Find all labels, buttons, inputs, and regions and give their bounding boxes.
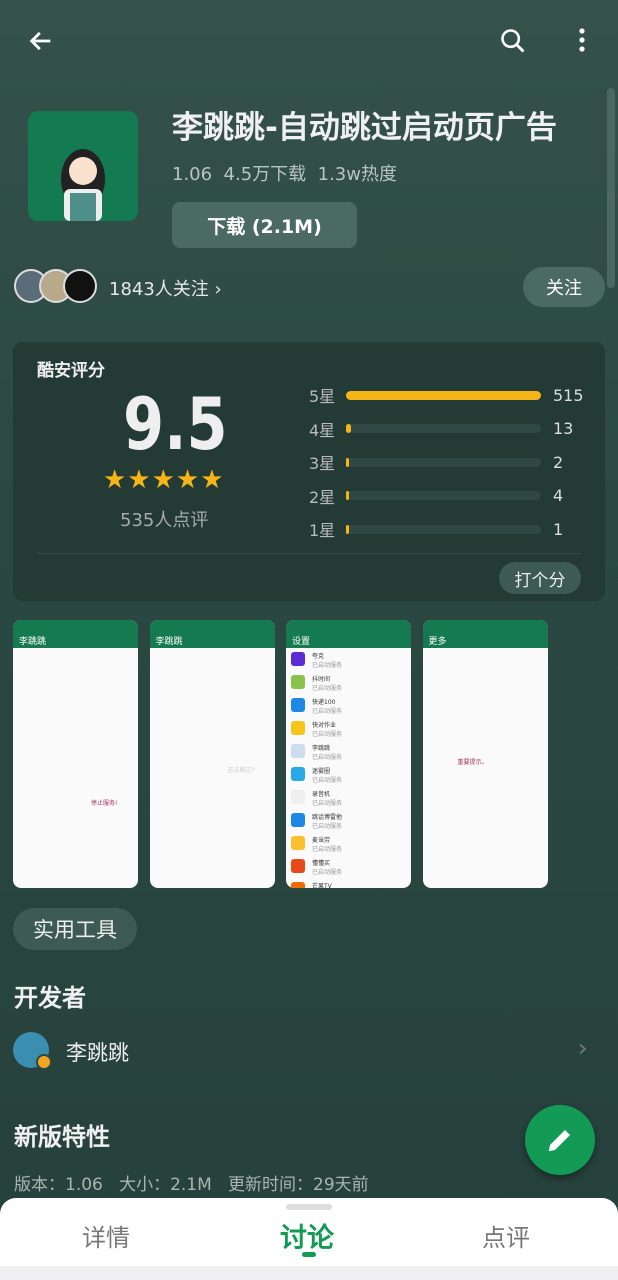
review-count: 535人点评 xyxy=(120,510,209,531)
tab-reviews[interactable]: 点评 xyxy=(482,1218,530,1253)
app-version: 1.06 xyxy=(172,164,213,185)
download-count: 4.5万下载 xyxy=(223,164,307,185)
app-icon xyxy=(28,111,138,221)
tab-details[interactable]: 详情 xyxy=(82,1218,130,1253)
star-count: 4 xyxy=(553,486,564,505)
chevron-right-icon: › xyxy=(214,279,222,300)
rating-bar-row: 2星 4 xyxy=(309,486,599,507)
heat: 1.3w热度 xyxy=(317,164,397,185)
drag-handle[interactable] xyxy=(286,1204,332,1210)
developer-name: 李跳跳 xyxy=(66,1041,129,1065)
star-label: 2星 xyxy=(309,487,336,507)
scrollbar[interactable] xyxy=(607,88,615,288)
screenshot-list-item: 快对作业 已启动服务 xyxy=(286,717,411,740)
star-label: 1星 xyxy=(309,521,336,540)
follow-button[interactable]: 关注 xyxy=(523,267,605,307)
screenshot-list-item: 迷雾圈 已启动服务 xyxy=(286,763,411,786)
version: 版本：1.06 xyxy=(14,1175,103,1195)
screenshot-list-item: 麦当劳 已启动服务 xyxy=(286,832,411,855)
rating-bar-track xyxy=(346,491,541,500)
star-count: 13 xyxy=(553,419,574,438)
rating-score: 9.5 xyxy=(123,382,228,466)
followers-count: 1843人关注 xyxy=(109,279,209,300)
more-vert-icon[interactable] xyxy=(572,26,592,56)
rate-button[interactable]: 打个分 xyxy=(499,562,581,594)
rating-bar-track xyxy=(346,524,541,534)
screenshot-list-item: 跳话博雷他 已启动服务 xyxy=(286,809,411,832)
rating-bar-row: 5星 515 xyxy=(309,385,599,407)
screenshot-list-item: 芒果TV已启动服务 xyxy=(286,878,411,888)
star-count: 1 xyxy=(553,519,564,539)
bottom-tab-bar: 详情 讨论 点评 xyxy=(0,1198,618,1280)
download-button[interactable]: 下载 (2.1M) xyxy=(172,202,357,248)
rating-bar-track xyxy=(346,457,541,467)
star-count: 515 xyxy=(553,385,584,405)
size: 大小：2.1M xyxy=(119,1175,212,1195)
rating-bar-row: 4星 13 xyxy=(309,419,599,440)
divider xyxy=(37,553,581,554)
rating-bar-fill xyxy=(346,524,349,534)
screenshot-thumbnail[interactable]: 设置 夸克 已启动服务 抖时间 已启动服务 快递100 已启动服务 快对作业 已启动服务 李跳跳已… xyxy=(286,620,411,888)
rating-bar-track xyxy=(346,390,541,400)
back-arrow-icon[interactable] xyxy=(24,24,58,58)
star-label: 3星 xyxy=(309,454,336,473)
updated: 更新时间：29天前 xyxy=(228,1175,369,1195)
version-info: 版本：1.06 大小：2.1M 更新时间：29天前 xyxy=(14,1170,369,1195)
screenshot-thumbnail[interactable]: 李跳跳无法跳过? xyxy=(149,620,275,888)
screenshot-list-item: 李跳跳 已启动服务 xyxy=(286,740,411,763)
screenshot-list-item: 夸克 已启动服务 xyxy=(286,648,411,671)
chevron-right-icon: › xyxy=(578,1034,588,1062)
edit-fab[interactable] xyxy=(525,1105,595,1175)
rating-bar-fill xyxy=(346,491,349,500)
rating-bar-fill xyxy=(346,424,351,433)
star-rating: ★★★★★ xyxy=(103,465,225,495)
app-meta: 1.06 4.5万下载 1.3w热度 xyxy=(172,160,397,186)
screenshot-list-item: 抖时间 已启动服务 xyxy=(286,671,411,694)
pencil-icon xyxy=(548,1130,570,1152)
star-count: 2 xyxy=(553,452,564,472)
screenshot-title: 李跳跳 xyxy=(149,620,275,648)
rating-bar-row: 3星 2 xyxy=(309,452,599,474)
followers-link[interactable]: 1843人关注 › xyxy=(109,275,222,301)
screenshot-title: 李跳跳 xyxy=(13,620,138,648)
rating-bar-fill xyxy=(346,390,541,400)
screenshot-title: 设置 xyxy=(286,620,411,648)
whats-new-heading: 新版特性 xyxy=(14,1123,110,1151)
screenshot-list-item: 录音机 已启动服务 xyxy=(286,786,411,809)
screenshot-text: 无法跳过? xyxy=(227,767,255,774)
category-tag[interactable]: 实用工具 xyxy=(13,908,137,950)
star-label: 5星 xyxy=(309,387,336,406)
screenshot-list-item: 快递100 已启动服务 xyxy=(286,694,411,717)
screenshot-thumbnail[interactable]: 更多重要提示。 xyxy=(422,620,548,888)
developer-badge-icon xyxy=(36,1054,52,1070)
rating-heading: 酷安评分 xyxy=(37,361,105,381)
developer-heading: 开发者 xyxy=(14,984,86,1012)
active-tab-indicator xyxy=(302,1252,316,1257)
bottom-strip xyxy=(0,1266,618,1280)
app-title: 李跳跳-自动跳过启动页广告 xyxy=(172,110,557,146)
rating-bar-fill xyxy=(346,457,349,467)
search-icon[interactable] xyxy=(496,24,530,58)
screenshot-title: 更多 xyxy=(422,620,548,648)
screenshot-text: 停止服务! xyxy=(91,800,118,807)
screenshot-list-item: 懂懂买 已启动服务 xyxy=(286,855,411,878)
rating-bar-row: 1星 1 xyxy=(309,519,599,541)
screenshot-text: 重要提示。 xyxy=(457,759,488,766)
screenshot-thumbnail[interactable]: 李跳跳停止服务! xyxy=(13,620,138,888)
rating-card: 酷安评分 9.5 ★★★★★ 535人点评 5星 515 4星 13 3星 2 2星 4 1星 1… xyxy=(13,342,605,601)
developer-row[interactable]: 李跳跳 › xyxy=(0,1028,618,1074)
avatar[interactable] xyxy=(63,269,97,303)
star-label: 4星 xyxy=(309,420,336,440)
tab-discussion[interactable]: 讨论 xyxy=(280,1216,334,1255)
rating-bar-track xyxy=(346,424,541,433)
